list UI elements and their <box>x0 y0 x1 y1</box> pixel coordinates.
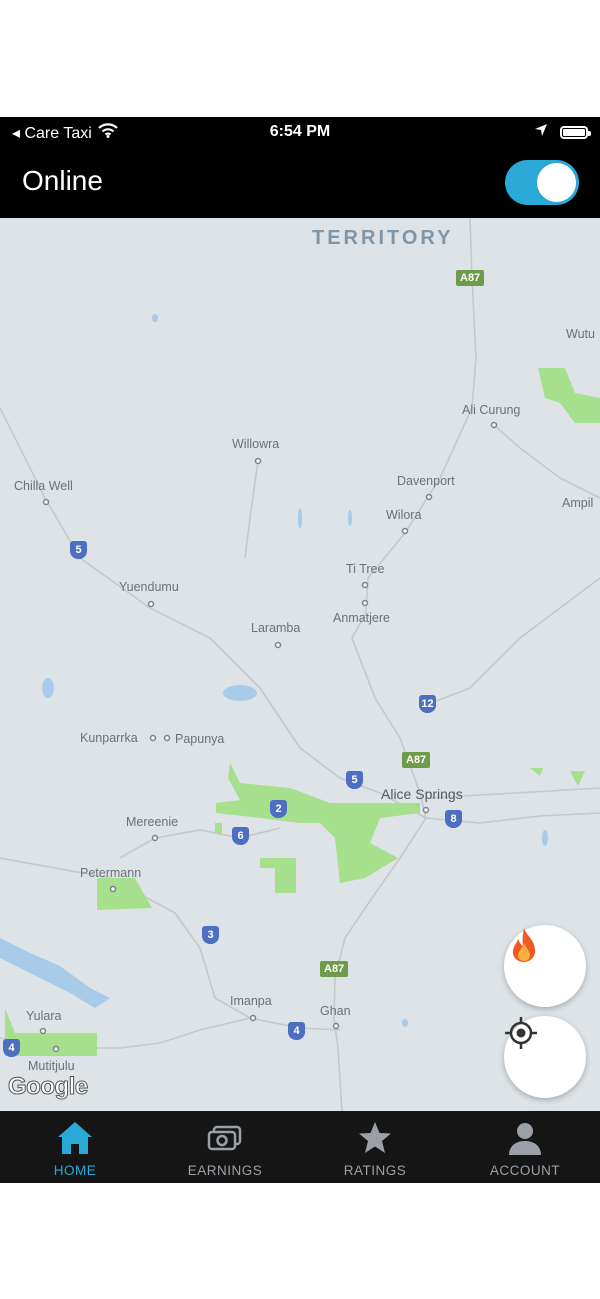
place-label: Ali Curung <box>462 403 521 417</box>
route-shield: 8 <box>445 810 462 828</box>
tab-label: EARNINGS <box>187 1163 263 1178</box>
place-label: Mereenie <box>126 815 179 829</box>
hot-zone-button[interactable] <box>504 925 586 1007</box>
status-bar: ◂ Care Taxi 6:54 PM <box>0 117 600 147</box>
app-screen: ◂ Care Taxi 6:54 PM Online TERRITORY Wut… <box>0 117 600 1183</box>
tab-label: HOME <box>53 1163 97 1178</box>
toggle-knob <box>537 163 576 202</box>
app-header: Online <box>0 147 600 218</box>
map-region-label: TERRITORY <box>312 227 454 249</box>
place-label: Petermann <box>80 866 142 880</box>
place-label: Kunparrka <box>80 731 138 745</box>
route-shield: 4 <box>3 1039 20 1057</box>
tab-label: RATINGS <box>343 1163 407 1178</box>
online-toggle[interactable] <box>505 160 579 205</box>
tab-home[interactable]: HOME <box>0 1111 150 1183</box>
home-icon <box>56 1119 94 1157</box>
star-icon <box>356 1119 394 1157</box>
route-shield: 12 <box>419 695 436 713</box>
place-label: Imanpa <box>230 994 272 1008</box>
route-shield: 6 <box>232 827 249 845</box>
place-label: Anmatjere <box>333 611 390 625</box>
place-label: Wilora <box>386 508 422 522</box>
location-arrow-icon <box>534 123 548 142</box>
route-shield: 3 <box>202 926 219 944</box>
map-view[interactable]: TERRITORY Wutu Ali Curung Willowra Chill… <box>0 218 600 1111</box>
place-label: Mutitjulu <box>28 1059 75 1073</box>
route-shield: 5 <box>70 541 87 559</box>
place-label: Chilla Well <box>14 479 73 493</box>
place-label: Ampil <box>562 496 594 510</box>
status-time: 6:54 PM <box>269 123 331 140</box>
route-shield: 2 <box>270 800 287 818</box>
tab-label: ACCOUNT <box>489 1163 561 1178</box>
place-label: Ti Tree <box>346 562 385 576</box>
tab-account[interactable]: ACCOUNT <box>450 1111 600 1183</box>
route-shield: 4 <box>288 1022 305 1040</box>
place-label: Alice Springs <box>381 786 463 802</box>
highway-tag: A87 <box>402 752 431 768</box>
status-right <box>534 123 591 142</box>
place-label: Willowra <box>232 437 280 451</box>
tab-earnings[interactable]: EARNINGS <box>150 1111 300 1183</box>
highway-tag: A87 <box>456 270 485 286</box>
highway-tag: A87 <box>320 961 349 977</box>
place-label: Yulara <box>26 1009 62 1023</box>
tab-ratings[interactable]: RATINGS <box>300 1111 450 1183</box>
google-logo: Google <box>8 1073 89 1101</box>
recenter-location-button[interactable] <box>504 1016 586 1098</box>
battery-icon <box>560 126 591 139</box>
place-label: Davenport <box>397 474 455 488</box>
place-label: Papunya <box>175 732 225 746</box>
place-label: Ghan <box>320 1004 351 1018</box>
route-shield: 5 <box>346 771 363 789</box>
person-icon <box>506 1119 544 1157</box>
place-label: Laramba <box>251 621 301 635</box>
bottom-tab-bar: HOME EARNINGS RATINGS ACCOUNT <box>0 1111 600 1183</box>
place-label: Wutu <box>566 327 595 341</box>
online-status-title: Online <box>22 165 103 196</box>
place-label: Yuendumu <box>119 580 179 594</box>
money-icon <box>206 1119 244 1157</box>
